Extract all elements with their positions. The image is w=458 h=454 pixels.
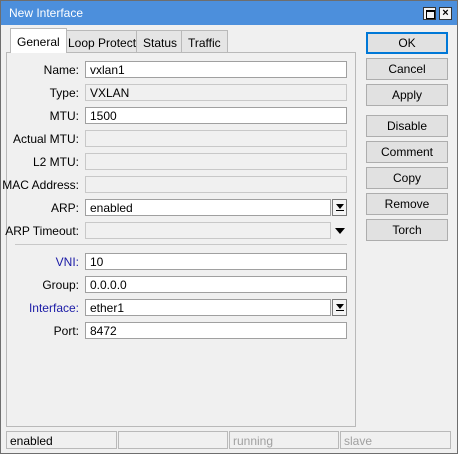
- tab-traffic[interactable]: Traffic: [181, 30, 228, 52]
- l2-mtu-field: [85, 153, 347, 170]
- interface-label[interactable]: Interface:: [29, 301, 79, 315]
- arp-timeout-expand-icon[interactable]: [334, 222, 346, 239]
- mac-address-field: [85, 176, 347, 193]
- tab-status[interactable]: Status: [136, 30, 185, 52]
- close-icon[interactable]: ×: [439, 7, 452, 20]
- arp-label: ARP:: [50, 201, 79, 215]
- arp-dropdown-icon[interactable]: [332, 199, 347, 216]
- actual-mtu-field: [85, 130, 347, 147]
- cancel-button[interactable]: Cancel: [366, 58, 448, 80]
- copy-button[interactable]: Copy: [366, 167, 448, 189]
- interface-dropdown-icon[interactable]: [332, 299, 347, 316]
- title-bar[interactable]: New Interface ×: [1, 1, 457, 25]
- status-slave: slave: [340, 431, 451, 449]
- port-label: Port:: [53, 324, 79, 338]
- apply-button[interactable]: Apply: [366, 84, 448, 106]
- tab-loop-protect[interactable]: Loop Protect: [61, 30, 144, 52]
- actual-mtu-label: Actual MTU:: [12, 132, 79, 146]
- disable-button[interactable]: Disable: [366, 115, 448, 137]
- port-field[interactable]: 8472: [85, 322, 347, 339]
- comment-button[interactable]: Comment: [366, 141, 448, 163]
- ok-button[interactable]: OK: [366, 32, 448, 54]
- group-label: Group:: [42, 278, 79, 292]
- tab-general[interactable]: General: [10, 28, 67, 53]
- maximize-icon[interactable]: [423, 7, 436, 20]
- mtu-label: MTU:: [49, 109, 79, 123]
- window-title: New Interface: [9, 6, 84, 20]
- type-field: VXLAN: [85, 84, 347, 101]
- arp-timeout-field[interactable]: [85, 222, 331, 239]
- vni-label[interactable]: VNI:: [56, 255, 79, 269]
- arp-timeout-label: ARP Timeout:: [5, 224, 79, 238]
- group-field[interactable]: 0.0.0.0: [85, 276, 347, 293]
- torch-button[interactable]: Torch: [366, 219, 448, 241]
- arp-select[interactable]: enabled: [85, 199, 331, 216]
- name-field[interactable]: vxlan1: [85, 61, 347, 78]
- interface-select[interactable]: ether1: [85, 299, 331, 316]
- vni-field[interactable]: 10: [85, 253, 347, 270]
- new-interface-window: New Interface × General Loop Protect Sta…: [0, 0, 458, 454]
- l2-mtu-label: L2 MTU:: [32, 155, 79, 169]
- status-running: running: [229, 431, 339, 449]
- mtu-field[interactable]: 1500: [85, 107, 347, 124]
- name-label: Name:: [43, 63, 79, 77]
- section-divider: [15, 244, 347, 245]
- status-state: enabled: [6, 431, 117, 449]
- remove-button[interactable]: Remove: [366, 193, 448, 215]
- type-label: Type:: [49, 86, 79, 100]
- status-empty: [118, 431, 228, 449]
- mac-address-label: MAC Address:: [2, 178, 79, 192]
